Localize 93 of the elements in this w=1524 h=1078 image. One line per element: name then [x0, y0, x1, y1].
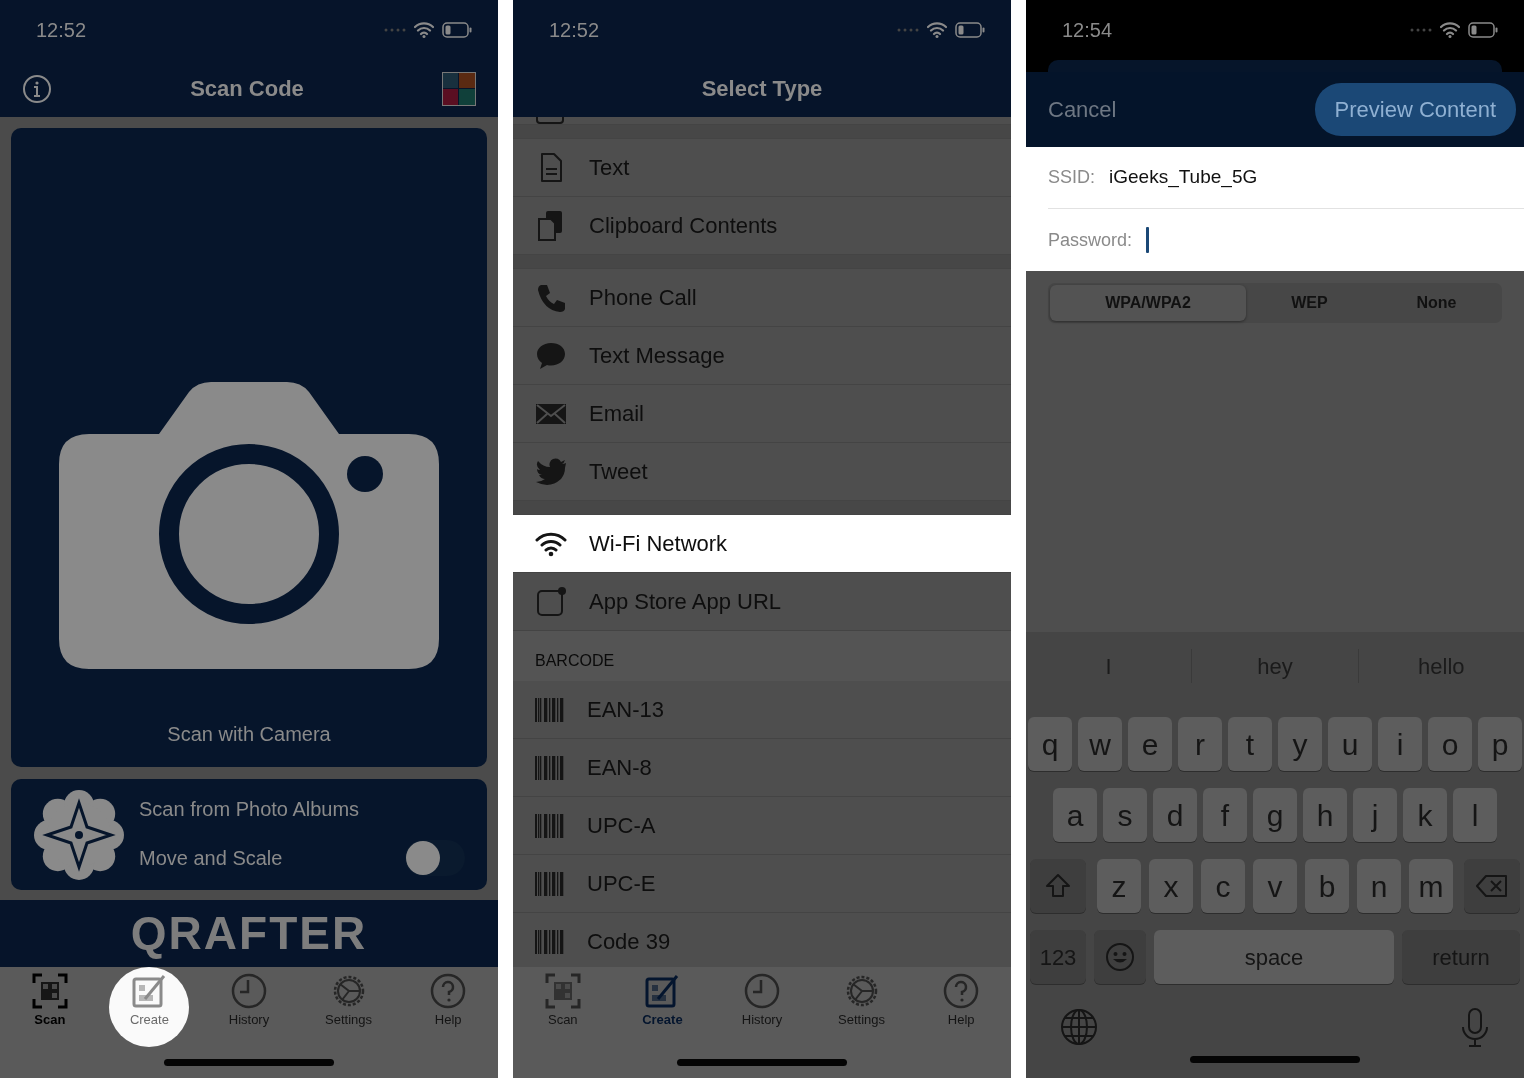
cancel-button[interactable]: Cancel: [1048, 93, 1117, 126]
keyboard-key[interactable]: y: [1278, 717, 1322, 771]
keyboard-key[interactable]: u: [1328, 717, 1372, 771]
keyboard-key[interactable]: c: [1201, 859, 1245, 913]
qr-scan-icon: [544, 973, 581, 1009]
battery-icon: [955, 22, 985, 38]
keyboard-key[interactable]: x: [1149, 859, 1193, 913]
photo-albums-subtitle: Move and Scale: [139, 845, 283, 871]
tab-button[interactable]: Settings: [308, 967, 389, 1047]
backspace-icon: [1476, 874, 1508, 898]
edit-icon: [131, 973, 168, 1009]
tab-button[interactable]: Create: [109, 967, 190, 1047]
wifi-icon: [535, 530, 567, 557]
tab-button[interactable]: Settings: [821, 967, 902, 1047]
keyboard-key[interactable]: g: [1253, 788, 1297, 842]
section-header: BARCODE: [535, 651, 615, 671]
signal-icon: [384, 27, 406, 33]
toggle-switch[interactable]: [405, 839, 465, 876]
shift-key[interactable]: [1030, 859, 1086, 913]
keyboard-key[interactable]: i: [1378, 717, 1422, 771]
flower-icon: [33, 788, 125, 881]
keyboard-key[interactable]: k: [1403, 788, 1447, 842]
barcode-icon: [535, 695, 565, 724]
clock-icon: [231, 973, 267, 1009]
keyboard-key[interactable]: n: [1357, 859, 1401, 913]
keyboard-key[interactable]: z: [1097, 859, 1141, 913]
shift-icon: [1045, 873, 1071, 899]
space-key[interactable]: space: [1154, 930, 1394, 984]
bird-icon: [535, 455, 567, 488]
field-label: SSID:: [1048, 166, 1095, 189]
segment-button[interactable]: WPA/WPA2: [1050, 285, 1246, 321]
emoji-icon: [1105, 942, 1135, 972]
field-label: Password:: [1048, 228, 1133, 252]
microphone-icon[interactable]: [1460, 1008, 1490, 1048]
battery-icon: [1468, 22, 1498, 38]
wifi-icon: [927, 22, 947, 38]
screen-title: Select Type: [700, 75, 824, 103]
photo-albums-title: Scan from Photo Albums: [139, 796, 361, 822]
keyboard-key[interactable]: r: [1178, 717, 1222, 771]
keyboard-key[interactable]: l: [1453, 788, 1497, 842]
tab-button[interactable]: Help: [921, 967, 1002, 1047]
emoji-key[interactable]: [1094, 930, 1146, 984]
text-field[interactable]: iGeeks_Tube_5G: [1109, 163, 1524, 192]
signal-icon: [1410, 27, 1432, 33]
scan-camera-button[interactable]: Scan with Camera: [11, 128, 487, 767]
info-icon[interactable]: [22, 73, 52, 104]
keyboard-key[interactable]: f: [1203, 788, 1247, 842]
keyboard-key[interactable]: b: [1305, 859, 1349, 913]
barcode-icon: [535, 869, 565, 898]
keyboard-key[interactable]: t: [1228, 717, 1272, 771]
keyboard-key[interactable]: h: [1303, 788, 1347, 842]
keyboard-key[interactable]: o: [1428, 717, 1472, 771]
keyboard-key[interactable]: s: [1103, 788, 1147, 842]
wifi-icon: [1440, 22, 1460, 38]
color-grid-icon[interactable]: [442, 71, 476, 106]
camera-caption: Scan with Camera: [167, 722, 331, 747]
keyboard-key[interactable]: p: [1478, 717, 1522, 771]
keyboard-key[interactable]: q: [1028, 717, 1072, 771]
keyboard-key[interactable]: j: [1353, 788, 1397, 842]
app-logo: QRAFTER: [130, 906, 368, 961]
globe-icon[interactable]: [1060, 1008, 1098, 1046]
tab-button[interactable]: Scan: [9, 967, 90, 1047]
help-icon: [943, 973, 980, 1009]
barcode-icon: [535, 811, 565, 840]
wifi-icon: [414, 22, 434, 38]
keyboard-key[interactable]: e: [1128, 717, 1172, 771]
tab-button[interactable]: History: [722, 967, 802, 1047]
tab-button[interactable]: Scan: [522, 967, 603, 1047]
tab-button[interactable]: Help: [408, 967, 489, 1047]
preview-content-button[interactable]: Preview Content: [1314, 83, 1516, 136]
battery-icon: [442, 22, 472, 38]
status-time: 12:52: [549, 18, 600, 43]
keyboard-key[interactable]: v: [1253, 859, 1297, 913]
help-icon: [430, 973, 467, 1009]
keyboard-key[interactable]: a: [1053, 788, 1097, 842]
tab-button[interactable]: Create: [622, 967, 703, 1047]
clock-icon: [744, 973, 780, 1009]
type-list-item[interactable]: Wi-Fi Network: [513, 515, 1011, 573]
barcode-icon: [535, 927, 565, 956]
status-time: 12:52: [36, 18, 87, 43]
status-time: 12:54: [1062, 18, 1113, 43]
backspace-key[interactable]: [1464, 859, 1520, 913]
barcode-icon: [535, 753, 565, 782]
qr-scan-icon: [31, 973, 68, 1009]
tab-button[interactable]: History: [209, 967, 289, 1047]
screen-title: Scan Code: [189, 75, 305, 103]
edit-icon: [644, 973, 681, 1009]
document-icon: [535, 117, 565, 124]
signal-icon: [897, 27, 919, 33]
app-square-icon: [535, 585, 567, 618]
keyboard-key[interactable]: d: [1153, 788, 1197, 842]
keyboard-key[interactable]: w: [1078, 717, 1122, 771]
keyboard-key[interactable]: m: [1409, 859, 1453, 913]
